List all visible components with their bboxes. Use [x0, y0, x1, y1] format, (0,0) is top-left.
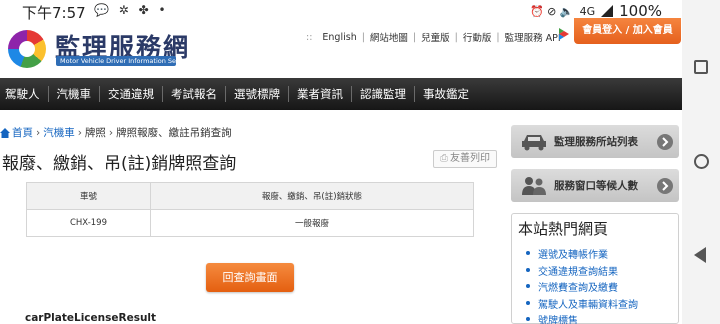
home-small-icon — [0, 127, 10, 138]
top-links-marker: :: — [306, 31, 313, 43]
status-time: 下午7:57 — [22, 4, 86, 22]
back-icon[interactable] — [694, 247, 706, 263]
toplink-sitemap[interactable]: 網站地圖 — [370, 30, 408, 44]
android-nav-bar — [682, 0, 720, 324]
breadcrumb-home[interactable]: 首頁 — [12, 125, 33, 140]
table-row: CHX-199 一般報廢 — [26, 209, 474, 237]
result-table: 車號 報廢、繳銷、吊(註)銷狀態 CHX-199 一般報廢 — [26, 182, 474, 237]
queue-count-label: 服務窗口等候人數 — [554, 180, 638, 192]
print-icon: ⎙ — [440, 153, 448, 164]
toplink-english[interactable]: English — [322, 32, 356, 43]
notification-icons: 💬 ✲ ✤ • — [94, 3, 169, 17]
top-links: :: English | 網站地圖 | 兒童版 | 行動版 | 監理服務 APP — [306, 30, 564, 45]
app-store-icon[interactable] — [557, 27, 571, 41]
hot-link-plate-selection[interactable]: 選號及轉帳作業 — [526, 246, 638, 263]
cell-status: 一般報廢 — [150, 209, 474, 237]
hot-link-fuel-fee[interactable]: 汽燃費查詢及繳費 — [526, 279, 638, 296]
site-header: 監理服務網 Motor Vehicle Driver Information S… — [0, 18, 682, 78]
home-icon[interactable] — [694, 154, 709, 169]
breadcrumb-vehicle[interactable]: 汽機車 — [43, 125, 75, 140]
queue-count-button[interactable]: 服務窗口等候人數 — [511, 169, 679, 202]
breadcrumb-plate: 牌照 — [84, 127, 106, 139]
nav-item-accident[interactable]: 事故鑑定 — [415, 86, 477, 102]
hot-link-plate-auction[interactable]: 號牌標售 — [526, 312, 638, 324]
recents-icon[interactable] — [694, 60, 708, 74]
col-header-plate: 車號 — [26, 182, 151, 210]
page-title: 報廢、繳銷、吊(註)銷牌照查詢 — [2, 154, 237, 174]
back-to-query-button[interactable]: 回查詢畫面 — [206, 263, 294, 292]
service-station-list-button[interactable]: 監理服務所站列表 — [511, 125, 679, 158]
main-nav: 駕駛人 汽機車 交通違規 考試報名 選號標牌 業者資訊 認識監理 事故鑑定 — [0, 78, 682, 110]
logo-subtitle: Motor Vehicle Driver Information Service — [56, 56, 176, 66]
chevron-right-icon — [657, 178, 673, 194]
table-header-row: 車號 報廢、繳銷、吊(註)銷狀態 — [26, 182, 474, 210]
login-register-button[interactable]: 會員登入 / 加入會員 — [574, 18, 681, 44]
hot-pages-title: 本站熱門網頁 — [518, 220, 609, 238]
hot-link-driver-vehicle[interactable]: 駕駛人及車輛資料查詢 — [526, 296, 638, 313]
hot-pages-list: 選號及轉帳作業 交通違規查詢結果 汽燃費查詢及繳費 駕駛人及車輛資料查詢 號牌標… — [526, 246, 638, 324]
col-header-status: 報廢、繳銷、吊(註)銷狀態 — [150, 182, 474, 210]
car-icon — [518, 131, 550, 153]
toplink-app[interactable]: 監理服務 APP — [505, 30, 564, 44]
system-icons: ⏰ ⊘ 🔈 — [529, 4, 574, 18]
nav-item-vehicle[interactable]: 汽機車 — [49, 86, 100, 102]
print-button[interactable]: ⎙ 友善列印 — [433, 150, 497, 168]
hot-link-violation-result[interactable]: 交通違規查詢結果 — [526, 263, 638, 280]
logo-icon[interactable] — [8, 30, 46, 68]
cell-plate: CHX-199 — [26, 209, 151, 237]
toplink-mobile[interactable]: 行動版 — [463, 30, 492, 44]
people-icon — [518, 175, 550, 197]
nav-item-about[interactable]: 認識監理 — [352, 86, 415, 102]
breadcrumb-current: 牌照報廢、繳註吊銷查詢 — [116, 127, 232, 139]
nav-item-exam[interactable]: 考試報名 — [163, 86, 226, 102]
chevron-right-icon — [657, 134, 673, 150]
result-id-label: carPlateLicenseResult — [25, 312, 157, 324]
toplink-kids[interactable]: 兒童版 — [421, 30, 450, 44]
service-station-list-label: 監理服務所站列表 — [554, 136, 638, 148]
network-type: 4G — [579, 4, 596, 18]
nav-item-violation[interactable]: 交通違規 — [100, 86, 163, 102]
print-label: 友善列印 — [450, 153, 490, 164]
signal-icon — [601, 5, 614, 17]
nav-item-business[interactable]: 業者資訊 — [289, 86, 352, 102]
nav-item-driver[interactable]: 駕駛人 — [0, 86, 49, 102]
breadcrumb: 首頁 › 汽機車 › 牌照 › 牌照報廢、繳註吊銷查詢 — [0, 125, 232, 140]
hot-pages-panel: 本站熱門網頁 選號及轉帳作業 交通違規查詢結果 汽燃費查詢及繳費 駕駛人及車輛資… — [511, 213, 679, 324]
nav-item-plate[interactable]: 選號標牌 — [226, 86, 289, 102]
